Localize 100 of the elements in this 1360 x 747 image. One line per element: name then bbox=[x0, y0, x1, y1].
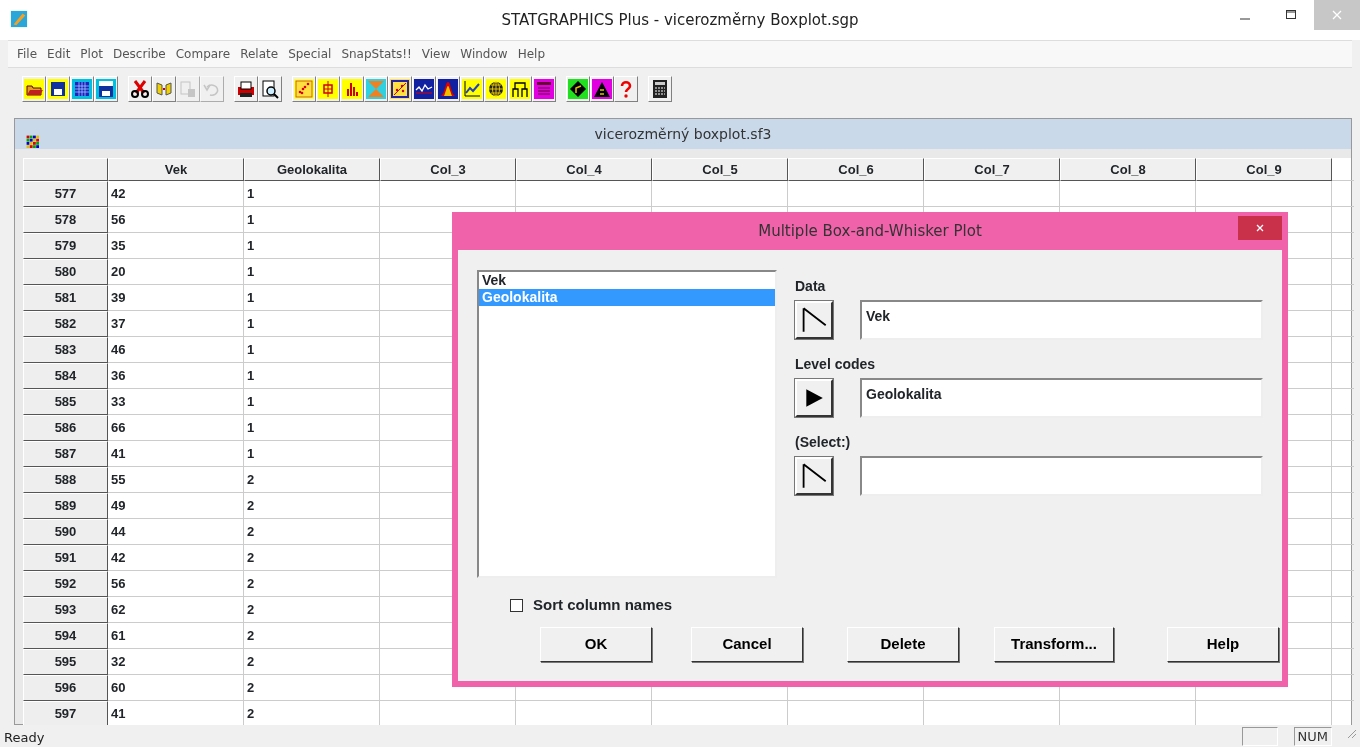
menu-item[interactable]: SnapStats!! bbox=[336, 45, 417, 63]
row-header[interactable]: 579 bbox=[23, 233, 108, 259]
menu-item[interactable]: Edit bbox=[42, 45, 76, 63]
scissors-icon[interactable] bbox=[128, 76, 152, 102]
flag-icon[interactable] bbox=[795, 301, 833, 339]
row-header[interactable]: 577 bbox=[23, 181, 108, 207]
flag-icon[interactable] bbox=[795, 457, 833, 495]
bar-chart-icon[interactable] bbox=[340, 76, 364, 102]
column-header[interactable]: Geolokalita bbox=[244, 158, 380, 181]
scatter-plot-icon[interactable] bbox=[388, 76, 412, 102]
bell-curve-icon[interactable] bbox=[436, 76, 460, 102]
columns-icon[interactable] bbox=[152, 76, 176, 102]
row-header[interactable]: 584 bbox=[23, 363, 108, 389]
list-item[interactable]: Vek bbox=[479, 272, 775, 289]
column-header[interactable]: Col_4 bbox=[516, 158, 652, 181]
row-header[interactable]: 587 bbox=[23, 441, 108, 467]
table-cell: 56 bbox=[108, 207, 244, 233]
dialog-button[interactable]: Help bbox=[1167, 626, 1279, 662]
spreadsheet-icon[interactable] bbox=[70, 76, 94, 102]
line-chart-icon[interactable] bbox=[460, 76, 484, 102]
tree-diagram-icon[interactable] bbox=[508, 76, 532, 102]
table-cell: 1 bbox=[244, 363, 380, 389]
table-cell: 1 bbox=[244, 233, 380, 259]
menu-item[interactable]: Plot bbox=[75, 45, 108, 63]
line-chart-icon[interactable] bbox=[412, 76, 436, 102]
menu-item[interactable]: File bbox=[12, 45, 43, 63]
row-header[interactable]: 591 bbox=[23, 545, 108, 571]
table-cell: 55 bbox=[108, 467, 244, 493]
table-cell: 2 bbox=[244, 545, 380, 571]
folder-icon[interactable] bbox=[22, 76, 46, 102]
table-cell: 2 bbox=[244, 649, 380, 675]
column-header[interactable]: Col_5 bbox=[652, 158, 788, 181]
input-field[interactable]: Vek bbox=[860, 300, 1263, 340]
dialog-button[interactable]: Transform... bbox=[994, 626, 1114, 662]
box-plot-icon[interactable] bbox=[316, 76, 340, 102]
scatter-plot-icon[interactable] bbox=[292, 76, 316, 102]
dialog-button[interactable]: Delete bbox=[847, 626, 959, 662]
row-header[interactable]: 594 bbox=[23, 623, 108, 649]
table-cell: 60 bbox=[108, 675, 244, 701]
row-header[interactable]: 593 bbox=[23, 597, 108, 623]
row-header[interactable]: 586 bbox=[23, 415, 108, 441]
preview-icon[interactable] bbox=[258, 76, 282, 102]
table-cell: 2 bbox=[244, 623, 380, 649]
dialog-button[interactable]: OK bbox=[540, 626, 652, 662]
column-header[interactable]: Col_7 bbox=[924, 158, 1060, 181]
calculator-icon[interactable] bbox=[648, 76, 672, 102]
checkbox[interactable] bbox=[510, 598, 523, 612]
row-header[interactable]: 582 bbox=[23, 311, 108, 337]
row-header[interactable]: 595 bbox=[23, 649, 108, 675]
pyramid-icon[interactable] bbox=[590, 76, 614, 102]
floppy-icon[interactable] bbox=[94, 76, 118, 102]
table-cell: 2 bbox=[244, 519, 380, 545]
row-header[interactable]: 589 bbox=[23, 493, 108, 519]
status-text: Ready bbox=[4, 729, 45, 747]
printer-icon[interactable] bbox=[234, 76, 258, 102]
column-header[interactable]: Vek bbox=[108, 158, 244, 181]
table-cell: 62 bbox=[108, 597, 244, 623]
globe-icon[interactable] bbox=[484, 76, 508, 102]
table-cell: 2 bbox=[244, 597, 380, 623]
document-icon[interactable] bbox=[532, 76, 556, 102]
row-header[interactable]: 597 bbox=[23, 701, 108, 727]
table-cell: 46 bbox=[108, 337, 244, 363]
row-header[interactable]: 581 bbox=[23, 285, 108, 311]
row-header[interactable]: 590 bbox=[23, 519, 108, 545]
help-icon[interactable] bbox=[614, 76, 638, 102]
menu-item[interactable]: Window bbox=[455, 45, 513, 63]
variable-list[interactable]: Vek Geolokalita bbox=[477, 270, 777, 578]
row-header[interactable]: 596 bbox=[23, 675, 108, 701]
row-header[interactable]: 580 bbox=[23, 259, 108, 285]
data-window-title: vicerozměrný boxplot.sf3 bbox=[594, 126, 772, 142]
row-header[interactable]: 588 bbox=[23, 467, 108, 493]
diamond-icon[interactable] bbox=[566, 76, 590, 102]
menu-item[interactable]: View bbox=[416, 45, 456, 63]
column-header[interactable]: Col_9 bbox=[1196, 158, 1332, 181]
table-cell: 44 bbox=[108, 519, 244, 545]
floppy-icon[interactable] bbox=[46, 76, 70, 102]
spreadsheet-icon bbox=[25, 134, 41, 150]
row-header[interactable]: 592 bbox=[23, 571, 108, 597]
menu-item[interactable]: Describe bbox=[107, 45, 171, 63]
dialog-title: Multiple Box-and-Whisker Plot bbox=[758, 222, 982, 240]
menu-item[interactable]: Special bbox=[283, 45, 337, 63]
play-icon[interactable] bbox=[795, 379, 833, 417]
corner-header[interactable] bbox=[23, 158, 108, 181]
field-label: Level codes bbox=[795, 355, 877, 374]
menu-item[interactable]: Relate bbox=[235, 45, 284, 63]
row-header[interactable]: 585 bbox=[23, 389, 108, 415]
table-cell: 66 bbox=[108, 415, 244, 441]
input-field[interactable]: Geolokalita bbox=[860, 378, 1263, 418]
menu-item[interactable]: Help bbox=[512, 45, 550, 63]
pencil-icon[interactable] bbox=[10, 9, 28, 28]
menu-item[interactable]: Compare bbox=[170, 45, 236, 63]
input-field[interactable] bbox=[860, 456, 1263, 496]
triangle-pattern-icon[interactable] bbox=[364, 76, 388, 102]
column-header[interactable]: Col_3 bbox=[380, 158, 516, 181]
row-header[interactable]: 578 bbox=[23, 207, 108, 233]
column-header[interactable]: Col_6 bbox=[788, 158, 924, 181]
table-cell: 2 bbox=[244, 467, 380, 493]
row-header[interactable]: 583 bbox=[23, 337, 108, 363]
dialog-button[interactable]: Cancel bbox=[691, 626, 803, 662]
column-header[interactable]: Col_8 bbox=[1060, 158, 1196, 181]
